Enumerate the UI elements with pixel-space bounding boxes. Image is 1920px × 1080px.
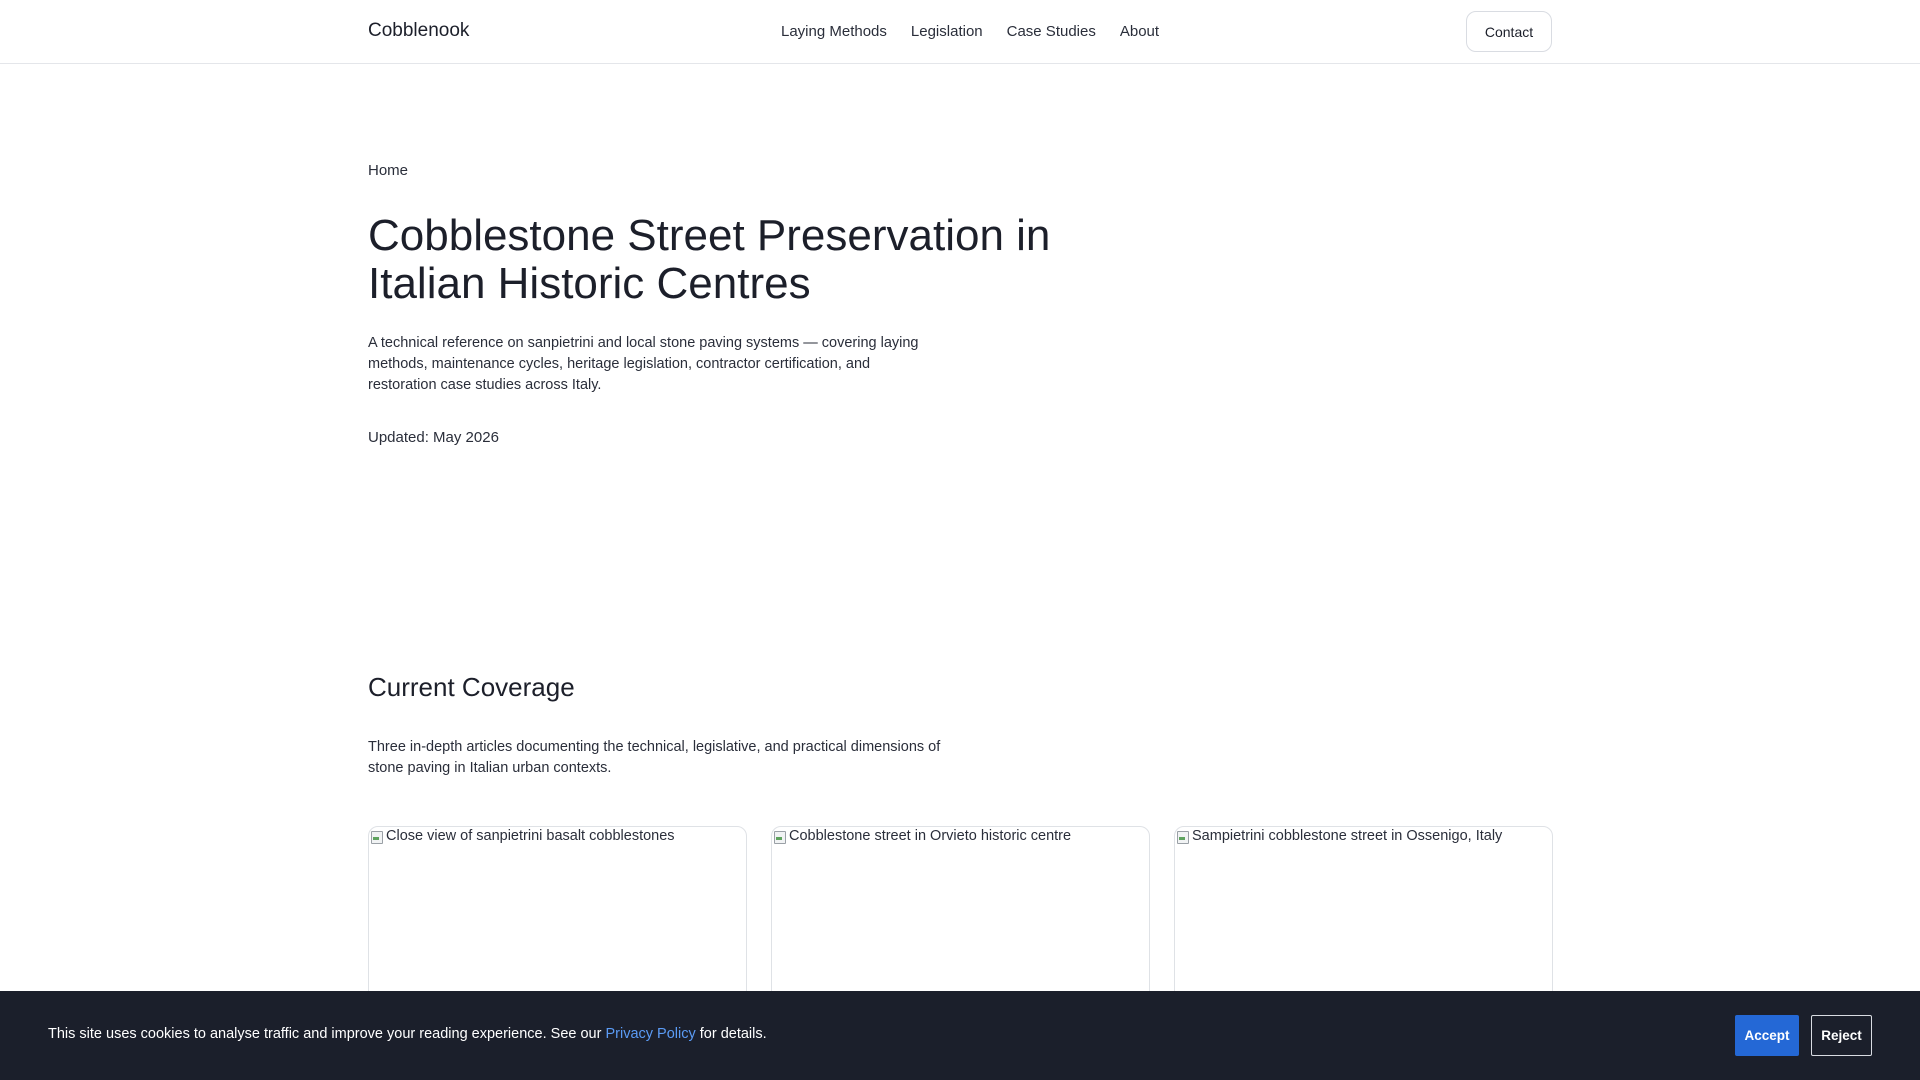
breadcrumb-home[interactable]: Home <box>368 162 408 179</box>
section-description-coverage: Three in-depth articles documenting the … <box>368 739 941 776</box>
page-description: A technical reference on sanpietrini and… <box>368 335 919 393</box>
article-card-image: Sampietrini cobblestone street in Osseni… <box>1175 827 1552 845</box>
nav-legislation[interactable]: Legislation <box>911 23 983 40</box>
broken-image-icon <box>772 829 787 845</box>
section-title-coverage: Current Coverage <box>368 672 575 702</box>
cookie-text-before: This site uses cookies to analyse traffi… <box>48 1026 606 1042</box>
image-alt-text: Sampietrini cobblestone street in Osseni… <box>1192 828 1503 844</box>
cookie-message: This site uses cookies to analyse traffi… <box>48 1026 767 1042</box>
nav-laying-methods[interactable]: Laying Methods <box>781 23 887 40</box>
main-nav: Laying Methods Legislation Case Studies … <box>781 23 1159 40</box>
broken-image-icon <box>1175 829 1190 845</box>
image-alt-text: Close view of sanpietrini basalt cobbles… <box>386 828 675 844</box>
article-card-image: Close view of sanpietrini basalt cobbles… <box>369 827 746 845</box>
nav-about[interactable]: About <box>1120 23 1159 40</box>
cookie-banner: This site uses cookies to analyse traffi… <box>0 991 1920 1080</box>
site-header: Cobblenook Laying Methods Legislation Ca… <box>0 0 1920 64</box>
image-alt-text: Cobblestone street in Orvieto historic c… <box>789 828 1072 844</box>
contact-button[interactable]: Contact <box>1466 11 1552 52</box>
nav-case-studies[interactable]: Case Studies <box>1007 23 1096 40</box>
page-title: Cobblestone Street Preservation in Itali… <box>368 211 1051 308</box>
brand-logo[interactable]: Cobblenook <box>368 20 469 42</box>
reject-cookies-button[interactable]: Reject <box>1811 1015 1872 1056</box>
privacy-policy-link[interactable]: Privacy Policy <box>605 1026 695 1042</box>
cookie-text-after: for details. <box>695 1026 767 1042</box>
accept-cookies-button[interactable]: Accept <box>1735 1015 1799 1056</box>
updated-date: Updated: May 2026 <box>368 429 499 446</box>
article-card-image: Cobblestone street in Orvieto historic c… <box>772 827 1149 845</box>
broken-image-icon <box>369 829 384 845</box>
